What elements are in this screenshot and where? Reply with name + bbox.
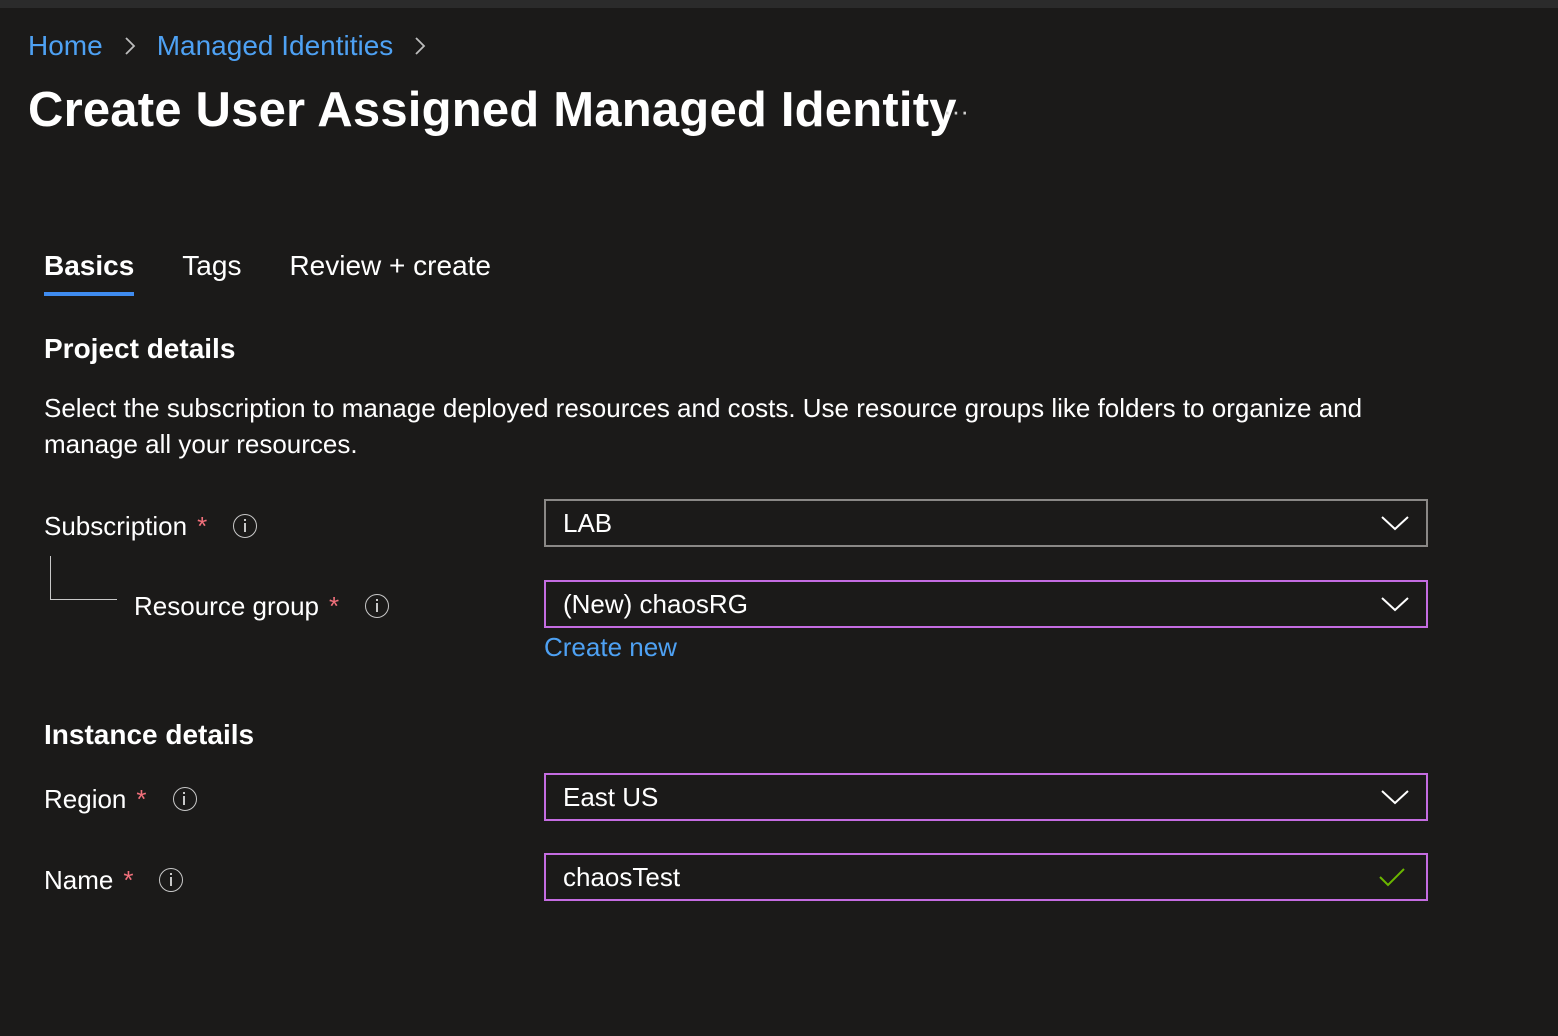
project-details-description: Select the subscription to manage deploy… bbox=[44, 393, 1363, 459]
project-details-heading: Project details bbox=[44, 333, 236, 364]
required-asterisk: * bbox=[123, 864, 134, 895]
info-icon[interactable] bbox=[233, 514, 258, 538]
tab-review-create[interactable]: Review + create bbox=[289, 250, 491, 296]
region-label-group: Region * bbox=[44, 781, 197, 817]
chevron-right-icon bbox=[125, 37, 135, 55]
subscription-dropdown[interactable]: LAB bbox=[544, 499, 1428, 547]
required-asterisk: * bbox=[329, 590, 340, 621]
create-new-resource-group-link[interactable]: Create new bbox=[544, 632, 677, 663]
page-title: Create User Assigned Managed Identity bbox=[28, 83, 957, 137]
info-icon[interactable] bbox=[365, 594, 390, 618]
breadcrumb: Home Managed Identities bbox=[28, 28, 447, 64]
name-input[interactable]: chaosTest bbox=[544, 853, 1428, 901]
chevron-down-icon bbox=[1381, 516, 1409, 531]
subscription-value: LAB bbox=[563, 507, 613, 538]
region-dropdown[interactable]: East US bbox=[544, 773, 1428, 821]
tab-bar: Basics Tags Review + create bbox=[44, 250, 539, 306]
required-asterisk: * bbox=[136, 783, 147, 814]
resource-group-dropdown[interactable]: (New) chaosRG bbox=[544, 580, 1428, 628]
tab-tags[interactable]: Tags bbox=[182, 250, 241, 296]
required-asterisk: * bbox=[197, 510, 208, 541]
tab-basics[interactable]: Basics bbox=[44, 250, 135, 296]
region-label: Region bbox=[44, 783, 127, 814]
checkmark-icon bbox=[1379, 868, 1405, 887]
more-options-button[interactable]: ··· bbox=[936, 96, 976, 126]
portal-top-bar bbox=[0, 0, 1558, 8]
breadcrumb-managed-identities[interactable]: Managed Identities bbox=[157, 30, 394, 62]
subscription-label-group: Subscription * bbox=[44, 508, 258, 544]
info-icon[interactable] bbox=[159, 868, 184, 892]
info-icon[interactable] bbox=[172, 787, 197, 811]
tree-connector bbox=[50, 556, 117, 600]
breadcrumb-home[interactable]: Home bbox=[28, 30, 103, 62]
chevron-down-icon bbox=[1381, 597, 1409, 612]
region-value: East US bbox=[563, 781, 659, 812]
subscription-label: Subscription bbox=[44, 510, 188, 541]
name-label: Name bbox=[44, 864, 114, 895]
name-label-group: Name * bbox=[44, 862, 184, 898]
chevron-right-icon bbox=[415, 37, 426, 55]
resource-group-value: (New) chaosRG bbox=[563, 588, 748, 619]
resource-group-label: Resource group bbox=[134, 590, 319, 621]
instance-details-heading: Instance details bbox=[44, 719, 255, 750]
name-value: chaosTest bbox=[563, 861, 681, 892]
resource-group-label-group: Resource group * bbox=[134, 588, 390, 624]
chevron-down-icon bbox=[1381, 790, 1409, 805]
